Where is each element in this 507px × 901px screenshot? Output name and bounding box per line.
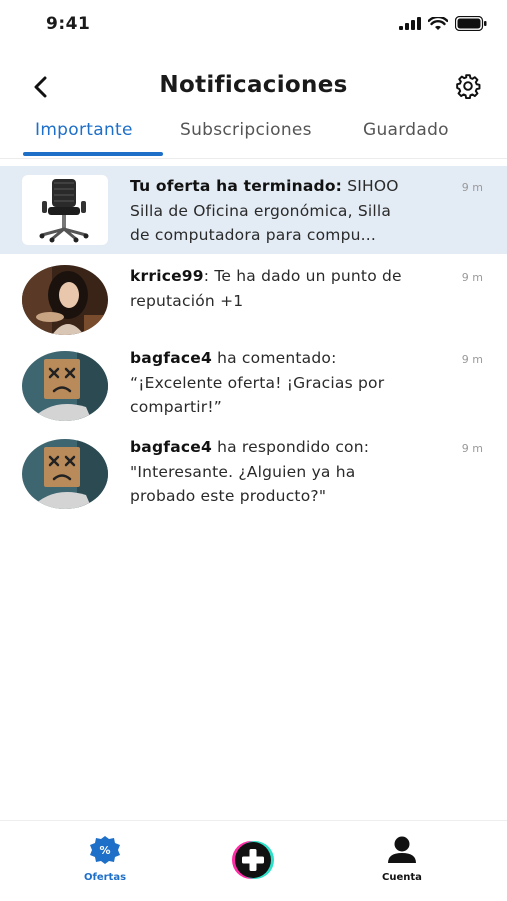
notification-line: : Te ha dado un punto de [203, 267, 402, 285]
nav-ofertas[interactable]: % Ofertas [65, 835, 145, 883]
paper-bag-avatar [22, 439, 108, 509]
paper-bag-face-icon [22, 439, 108, 509]
notification-list: Tu oferta ha terminado: SIHOO Silla de O… [0, 166, 507, 522]
user-avatar-photo [22, 265, 108, 335]
office-chair-thumbnail [22, 175, 108, 245]
nav-cuenta-label: Cuenta [382, 872, 422, 883]
discount-badge-icon: % [90, 836, 120, 864]
notification-item[interactable]: bagface4 ha comentado: “¡Excelente ofert… [0, 344, 507, 432]
notification-text: bagface4 ha comentado: “¡Excelente ofert… [130, 346, 435, 420]
notification-time: 9 m [461, 181, 483, 194]
plus-circle-icon [232, 841, 274, 879]
active-tab-indicator [23, 152, 163, 156]
notification-username: bagface4 [130, 349, 212, 367]
paper-bag-avatar [22, 351, 108, 421]
user-icon [388, 836, 416, 863]
notification-line: ha comentado: [211, 349, 337, 367]
notification-item[interactable]: krrice99: Te ha dado un punto de reputac… [0, 254, 507, 344]
notification-item[interactable]: Tu oferta ha terminado: SIHOO Silla de O… [0, 166, 507, 254]
office-chair-icon [39, 179, 89, 243]
notification-title: Tu oferta ha terminado: [130, 177, 343, 195]
notification-username: bagface4 [130, 438, 212, 456]
gear-icon [456, 74, 481, 99]
notification-line: Silla de Oficina ergonómica, Silla [130, 201, 392, 220]
person-photo-icon [22, 265, 108, 335]
tab-guardado[interactable]: Guardado [363, 120, 449, 140]
add-post-button[interactable] [213, 839, 293, 885]
status-bar: 9:41 [0, 0, 507, 50]
notification-time: 9 m [461, 353, 483, 366]
battery-icon [455, 16, 487, 31]
notification-time: 9 m [461, 271, 483, 284]
notification-time: 9 m [461, 442, 483, 455]
wifi-icon [428, 16, 448, 30]
notification-text: bagface4 ha respondido con: "Interesante… [130, 435, 435, 509]
tab-bar: Importante Subscripciones Guardado [0, 114, 507, 159]
svg-text:%: % [99, 844, 110, 857]
notification-username: krrice99 [130, 267, 204, 285]
signal-icon [399, 17, 421, 30]
notification-text: Tu oferta ha terminado: SIHOO Silla de O… [130, 174, 435, 248]
notification-line: compartir!” [130, 398, 223, 416]
settings-button[interactable] [453, 71, 483, 101]
notification-line: "Interesante. ¿Alguien ya ha [130, 462, 356, 481]
notification-text: krrice99: Te ha dado un punto de reputac… [130, 264, 435, 313]
notification-item[interactable]: bagface4 ha respondido con: "Interesante… [0, 432, 507, 522]
tab-subscripciones[interactable]: Subscripciones [180, 120, 312, 140]
bottom-nav: % Ofertas Cuenta [0, 820, 507, 901]
notification-line: de computadora para compu... [130, 226, 377, 244]
notification-line: “¡Excelente oferta! ¡Gracias por [130, 373, 385, 392]
nav-cuenta[interactable]: Cuenta [362, 835, 442, 883]
notification-line: ha respondido con: [211, 438, 370, 456]
paper-bag-face-icon [22, 351, 108, 421]
nav-ofertas-label: Ofertas [83, 872, 127, 883]
page-title: Notificaciones [159, 72, 348, 98]
notification-line: reputación +1 [130, 291, 244, 310]
notification-line: probado este producto?" [130, 487, 327, 505]
notification-line: SIHOO [342, 177, 399, 195]
status-icons [399, 16, 487, 31]
header: Notificaciones [0, 62, 507, 112]
status-time: 9:41 [46, 14, 91, 34]
tab-importante[interactable]: Importante [35, 120, 133, 140]
